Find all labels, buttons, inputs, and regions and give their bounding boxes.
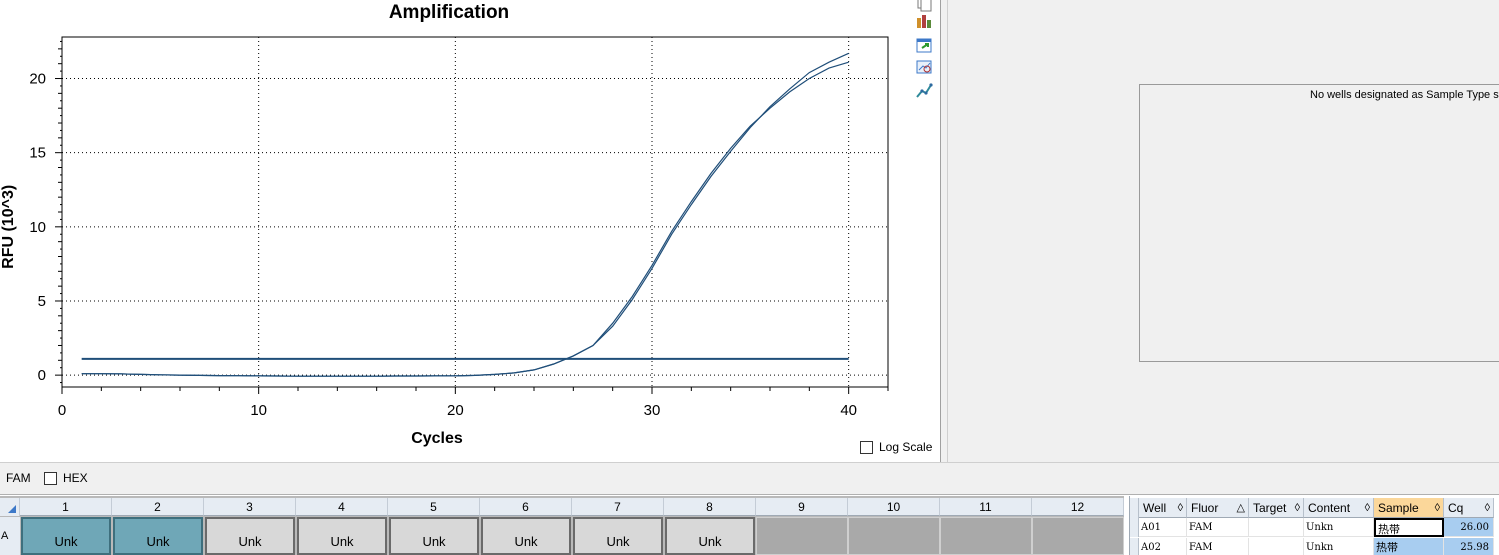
column-header-4[interactable]: 4 — [296, 498, 388, 516]
row-header-a[interactable]: A — [0, 517, 20, 555]
cell-target — [1249, 538, 1304, 555]
x-axis-label: Cycles — [411, 430, 463, 447]
well-a8[interactable]: Unk — [665, 517, 755, 555]
y-tick-label: 5 — [38, 293, 46, 310]
chart-settings-icon[interactable] — [915, 12, 933, 30]
column-header-2[interactable]: 2 — [112, 498, 204, 516]
column-header-3[interactable]: 3 — [204, 498, 296, 516]
chart-title: Amplification — [389, 2, 509, 23]
column-header-label: Target — [1253, 501, 1287, 515]
curve-icon[interactable] — [915, 82, 933, 100]
fluor-fam-label: FAM — [6, 471, 31, 485]
y-tick-label: 0 — [38, 367, 46, 384]
column-header-well[interactable]: Well ◊ — [1139, 498, 1187, 518]
cell-content: Unkn — [1304, 518, 1374, 537]
column-header-label: Sample — [1378, 501, 1419, 515]
fluor-fam-toggle[interactable]: FAM — [6, 471, 31, 485]
vertical-splitter[interactable] — [940, 0, 948, 462]
cell-fluor: FAM — [1187, 538, 1249, 555]
cell-content: Unkn — [1304, 538, 1374, 555]
cell-cq: 26.00 — [1444, 518, 1494, 537]
row-indicator[interactable] — [1130, 538, 1139, 555]
sort-icon[interactable]: ◊ — [1365, 498, 1370, 518]
column-header-fluor[interactable]: Fluor △ — [1187, 498, 1249, 518]
column-header-7[interactable]: 7 — [572, 498, 664, 516]
y-tick-label: 15 — [29, 145, 46, 162]
log-scale-toggle[interactable]: Log Scale — [860, 440, 932, 454]
sort-icon[interactable]: ◊ — [1295, 498, 1300, 518]
column-header-11[interactable]: 11 — [940, 498, 1032, 516]
amplification-chart: 0 10 20 30 40 0 5 10 15 20 Amplification Cycles RFU … — [0, 2, 889, 447]
well-a1[interactable]: Unk — [21, 517, 111, 555]
column-header-8[interactable]: 8 — [664, 498, 756, 516]
select-all-wells[interactable] — [0, 498, 20, 516]
x-tick-label: 10 — [250, 402, 267, 419]
column-header-5[interactable]: 5 — [388, 498, 480, 516]
column-header-label: Fluor — [1191, 501, 1219, 515]
standard-curve-area: No wells designated as Sample Type sta — [1139, 84, 1499, 362]
fluor-hex-toggle[interactable]: HEX — [44, 471, 88, 485]
column-header-6[interactable]: 6 — [480, 498, 572, 516]
fluor-hex-checkbox[interactable] — [44, 471, 57, 485]
y-tick-label: 10 — [29, 219, 46, 236]
x-tick-label: 40 — [840, 402, 857, 419]
x-tick-label: 20 — [447, 402, 464, 419]
plot-frame — [61, 36, 889, 388]
cell-sample[interactable]: 热带 — [1374, 538, 1444, 555]
column-header-label: Cq — [1448, 501, 1464, 515]
y-axis-label: RFU (10^3) — [0, 185, 17, 269]
well-a6[interactable]: Unk — [481, 517, 571, 555]
column-header-label: Well — [1143, 501, 1167, 515]
column-header-10[interactable]: 10 — [848, 498, 940, 516]
well-a11[interactable] — [940, 517, 1032, 555]
column-header-sample[interactable]: Sample ◊ — [1374, 498, 1444, 518]
well-data-table: Well ◊ A01 A02 Fluor △ FAM FAM Target ◊ Content ◊ Un… — [1129, 496, 1499, 555]
cell-well: A01 — [1139, 518, 1187, 537]
sort-icon[interactable]: ◊ — [1435, 498, 1440, 518]
log-scale-label: Log Scale — [879, 440, 933, 454]
sort-icon[interactable]: △ — [1237, 498, 1245, 518]
column-header-target[interactable]: Target ◊ — [1249, 498, 1304, 518]
column-header-12[interactable]: 12 — [1032, 498, 1124, 516]
log-scale-checkbox[interactable] — [860, 440, 873, 454]
x-tick-label: 30 — [644, 402, 661, 419]
cell-cq: 25.98 — [1444, 538, 1494, 555]
cell-sample[interactable]: 热带 — [1374, 518, 1444, 537]
well-a9[interactable] — [756, 517, 848, 555]
sort-icon[interactable]: ◊ — [1178, 498, 1183, 518]
sort-icon[interactable]: ◊ — [1485, 498, 1490, 518]
amplification-chart-panel: 0 10 20 30 40 0 5 10 15 20 Amplification Cycles RFU … — [0, 0, 945, 462]
well-a3[interactable]: Unk — [205, 517, 295, 555]
column-header-9[interactable]: 9 — [756, 498, 848, 516]
export-icon[interactable] — [915, 36, 933, 54]
fluorophore-bar: FAM HEX — [0, 462, 1499, 495]
well-a4[interactable]: Unk — [297, 517, 387, 555]
y-tick-label: 20 — [29, 71, 46, 88]
column-header-content[interactable]: Content ◊ — [1304, 498, 1374, 518]
zoom-icon[interactable] — [915, 58, 933, 76]
well-a12[interactable] — [1032, 517, 1124, 555]
column-header-label: Content — [1308, 501, 1351, 515]
row-indicator[interactable] — [1130, 518, 1139, 537]
table-corner — [1130, 498, 1139, 518]
column-header-1[interactable]: 1 — [20, 498, 112, 516]
copy-icon[interactable] — [915, 0, 933, 12]
cell-fluor: FAM — [1187, 518, 1249, 537]
column-header-cq[interactable]: Cq ◊ — [1444, 498, 1494, 518]
fluor-hex-label: HEX — [63, 471, 88, 485]
standard-curve-message: No wells designated as Sample Type sta — [1310, 89, 1499, 101]
well-a10[interactable] — [848, 517, 940, 555]
standard-curve-panel: No wells designated as Sample Type sta — [948, 0, 1499, 462]
cell-target — [1249, 518, 1304, 537]
app-window: 0 10 20 30 40 0 5 10 15 20 Amplification Cycles RFU … — [0, 0, 1499, 555]
plate-grid: A 1 Unk 2 Unk 3 Unk 4 Unk 5 Unk 6 Unk 7 Unk 8 Unk 9 10 11 1… — [0, 496, 1124, 555]
cell-well: A02 — [1139, 538, 1187, 555]
well-a2[interactable]: Unk — [113, 517, 203, 555]
x-tick-label: 0 — [58, 402, 66, 419]
well-a5[interactable]: Unk — [389, 517, 479, 555]
well-a7[interactable]: Unk — [573, 517, 663, 555]
